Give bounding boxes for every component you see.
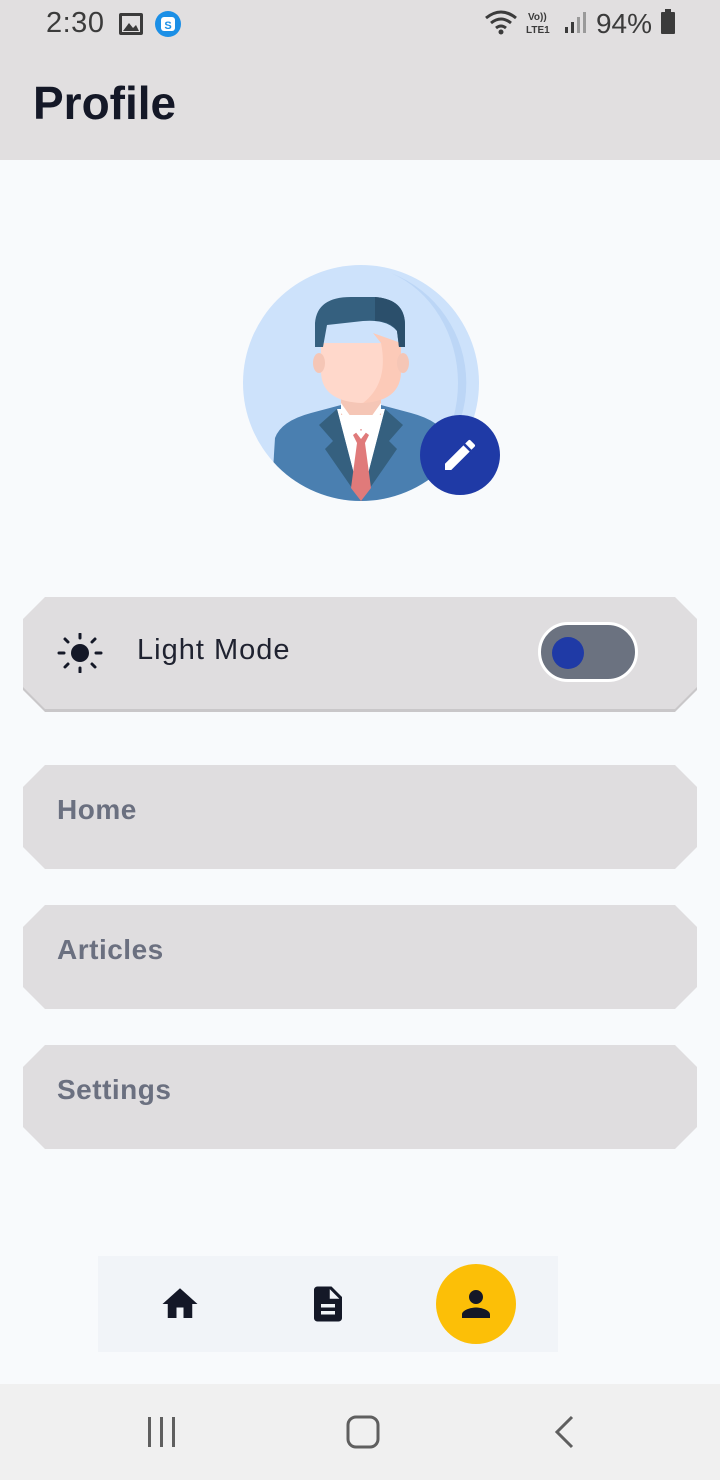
toggle-knob [552,637,584,669]
light-mode-label: Light Mode [137,634,291,666]
menu-item-label: Home [57,794,137,825]
page-title: Profile [33,77,177,129]
profile-screen: 2:30 S Vo)) LTE1 94% Profile Light Mode … [0,0,720,1480]
person-icon [462,1290,490,1318]
battery-percent: 94% [595,8,652,39]
home-system-button[interactable] [345,1414,381,1455]
home-icon [162,1288,198,1318]
back-button[interactable] [552,1414,576,1455]
pencil-icon [445,439,476,470]
volte-icon: Vo)) LTE1 [526,9,556,40]
tab-home[interactable] [140,1264,220,1344]
status-right-icons: Vo)) LTE1 94% [484,8,676,40]
status-left-icons: S [118,10,182,43]
header: 2:30 S Vo)) LTE1 94% Profile [0,0,720,160]
light-mode-toggle[interactable] [538,622,638,682]
menu-item-home[interactable]: Home [23,765,697,869]
svg-text:Vo)): Vo)) [528,12,547,23]
battery-icon [660,8,676,40]
menu-item-label: Settings [57,1074,172,1105]
status-time: 2:30 [46,7,105,39]
s-app-icon: S [154,10,182,43]
sun-icon [57,633,103,678]
system-navigation-bar [0,1384,720,1480]
svg-text:LTE1: LTE1 [526,25,550,35]
menu-item-settings[interactable]: Settings [23,1045,697,1149]
document-icon [314,1286,342,1322]
wifi-icon [484,9,518,40]
theme-mode-card: Light Mode [23,597,697,709]
recent-apps-button[interactable] [146,1414,178,1455]
edit-avatar-button[interactable] [420,415,500,495]
image-icon [118,12,144,41]
tab-articles[interactable] [288,1264,368,1344]
tab-profile[interactable] [436,1264,516,1344]
menu-item-articles[interactable]: Articles [23,905,697,1009]
menu-item-label: Articles [57,934,164,965]
svg-text:S: S [164,20,171,32]
signal-icon [564,10,588,39]
bottom-tab-bar [98,1256,558,1352]
